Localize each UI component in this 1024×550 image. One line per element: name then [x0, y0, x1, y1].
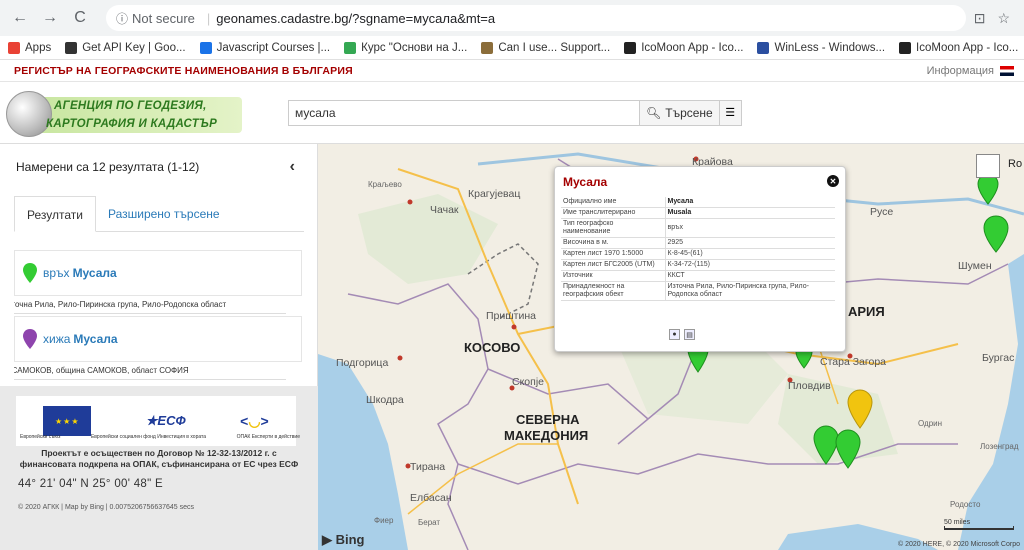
popup-actions: ● ▤	[669, 329, 695, 340]
globe-icon	[6, 90, 52, 137]
bookmarks-bar: Apps Get API Key | Goo... Javascript Cou…	[0, 36, 1024, 60]
map-scale: 50 miles	[944, 519, 1014, 530]
bookmark-5[interactable]: IcoMoon App - Ico...	[624, 41, 743, 54]
table-row: Тип географско наименование връх	[561, 218, 835, 238]
bookmark-apps[interactable]: Apps	[8, 41, 51, 54]
uk-flag-icon[interactable]	[1000, 65, 1014, 76]
popup-title: Мусала	[563, 175, 608, 189]
row-value: Musala	[665, 207, 835, 219]
search-box: 🔍︎Търсене ☰	[288, 99, 742, 126]
map-layers-button[interactable]	[976, 154, 1000, 178]
icomoon-icon	[624, 41, 637, 54]
caniuse-icon	[481, 41, 494, 54]
browser-toolbar: ← → C ⓘ Not secure | geonames.cadastre.b…	[0, 0, 1024, 36]
copyright: © 2020 АГКК | Map by Bing | 0.0075206756…	[18, 504, 195, 511]
apps-grid-icon	[8, 41, 20, 54]
tab-results[interactable]: Резултати	[14, 196, 96, 232]
list-item[interactable]: връх Мусала Източна Рила, Рило-Пиринска …	[14, 250, 302, 314]
site-topbar: РЕГИСТЪР НА ГЕОГРАФСКИТЕ НАИМЕНОВАНИЯ В …	[0, 60, 1024, 82]
table-row: Източник ККСТ	[561, 270, 835, 282]
map-label-ro: Ro	[1008, 158, 1023, 170]
row-value: 2925	[665, 237, 835, 249]
list-view-button[interactable]: ☰	[719, 99, 742, 126]
table-row: Принадлежност на географския обект Източн…	[561, 281, 835, 301]
row-key: Картен лист 1970 1:5000	[561, 248, 666, 260]
row-key: Източник	[561, 270, 666, 282]
esf-logo: ★ЕСФ	[145, 413, 186, 428]
translate-icon[interactable]: ⊡	[974, 10, 986, 27]
back-icon[interactable]: ←	[8, 6, 32, 30]
popup-details-table: Официално име Мусала Име транслитерирано Mu…	[561, 197, 835, 301]
collapse-sidebar-icon[interactable]: ‹	[290, 158, 295, 176]
reload-icon[interactable]: C	[68, 6, 92, 30]
courses-icon	[199, 41, 212, 54]
info-popup: Мусала ✕ Официално име Мусала Име транслит…	[554, 166, 846, 352]
table-row: Име транслитерирано Musala	[561, 207, 835, 219]
code-icon	[65, 41, 78, 54]
list-item[interactable]: хижа Мусала гр.САМОКОВ, община САМОКОВ, …	[14, 316, 302, 380]
row-key: Официално име	[561, 197, 666, 208]
info-link[interactable]: Информация	[927, 65, 1014, 77]
row-key: Принадлежност на географския обект	[561, 281, 666, 301]
green-pin-icon	[23, 263, 37, 283]
winless-icon	[757, 41, 770, 54]
table-row: Височина в м. 2925	[561, 237, 835, 249]
url-text[interactable]: geonames.cadastre.bg/?sgname=мусала&mt=a	[216, 11, 495, 26]
table-row: Картен лист БГС2005 (UTM) К-34-72-(115)	[561, 259, 835, 271]
bookmark-star-icon[interactable]: ☆	[997, 10, 1010, 27]
forward-icon[interactable]: →	[38, 6, 62, 30]
row-value: Мусала	[665, 197, 835, 208]
icomoon-icon	[899, 41, 912, 54]
bookmark-4[interactable]: Can I use... Support...	[481, 41, 610, 54]
row-value: връх	[665, 218, 835, 238]
main-area: Намерени са 12 резултата (1-12) ‹ Резулт…	[0, 144, 1024, 550]
row-value: К-34-72-(115)	[665, 259, 835, 271]
bookmark-7[interactable]: IcoMoon App - Ico...	[899, 41, 1018, 54]
softuni-icon	[344, 41, 357, 54]
info-icon[interactable]: ⓘ	[116, 10, 128, 27]
address-bar[interactable]: ⓘ Not secure | geonames.cadastre.bg/?sgn…	[106, 5, 966, 31]
registry-title: РЕГИСТЪР НА ГЕОГРАФСКИТЕ НАИМЕНОВАНИЯ В …	[14, 64, 353, 77]
result-name-link[interactable]: Мусала	[73, 332, 117, 346]
map-copyright: © 2020 HERE, © 2020 Microsoft Corpo	[898, 541, 1020, 548]
row-key: Име транслитерирано	[561, 207, 666, 219]
agency-logo[interactable]: АГЕНЦИЯ ПО ГЕОДЕЗИЯ, КАРТОГРАФИЯ И КАДАС…	[6, 87, 246, 139]
results-count: Намерени са 12 резултата (1-12)	[16, 160, 200, 174]
close-icon[interactable]: ✕	[827, 175, 839, 187]
tab-advanced-search[interactable]: Разширено търсене	[96, 196, 232, 231]
opak-logo: <◡>	[240, 412, 269, 429]
result-name-link[interactable]: Мусала	[73, 266, 117, 280]
row-key: Височина в м.	[561, 237, 666, 249]
search-button[interactable]: 🔍︎ Търсене	[640, 99, 720, 126]
bookmark-3[interactable]: Курс "Основи на J...	[344, 41, 467, 54]
list-icon: ☰	[725, 107, 736, 119]
search-input[interactable]	[288, 99, 640, 126]
bookmark-6[interactable]: WinLess - Windows...	[757, 41, 885, 54]
sidebar-tabs: Резултати Разширено търсене	[14, 196, 304, 232]
bookmark-2[interactable]: Javascript Courses |...	[199, 41, 330, 54]
purple-pin-icon	[23, 329, 37, 349]
search-icon: 🔍︎	[646, 105, 662, 120]
print-icon[interactable]: ▤	[684, 329, 695, 340]
map-view[interactable]: Краљево Крагујевац Чачак Крайова Русе Шу…	[318, 144, 1024, 550]
row-value: Източна Рила, Рило-Пиринска група, Рило-…	[665, 281, 835, 301]
cursor-coordinates: 44° 21' 04" N 25° 00' 48" E	[18, 478, 163, 490]
bing-logo[interactable]: ▶ Bing	[322, 532, 365, 548]
bookmark-1[interactable]: Get API Key | Goo...	[65, 41, 186, 54]
row-value: ККСТ	[665, 270, 835, 282]
results-list: връх Мусала Източна Рила, Рило-Пиринска …	[14, 250, 302, 386]
row-value: К-8-45-(61)	[665, 248, 835, 260]
site-header: АГЕНЦИЯ ПО ГЕОДЕЗИЯ, КАРТОГРАФИЯ И КАДАС…	[0, 82, 1024, 144]
results-sidebar: Намерени са 12 резултата (1-12) ‹ Резулт…	[0, 144, 318, 550]
project-text: Проектът е осъществен по Договор № 12-32…	[19, 448, 299, 469]
row-key: Тип географско наименование	[561, 218, 666, 238]
table-row: Официално име Мусала	[561, 197, 835, 208]
sidebar-footer: ★★★ ★ЕСФ <◡> Европейски съюз Европейски …	[0, 386, 318, 550]
eu-flag-icon: ★★★	[43, 406, 92, 436]
row-key: Картен лист БГС2005 (UTM)	[561, 259, 666, 271]
table-row: Картен лист 1970 1:5000 К-8-45-(61)	[561, 248, 835, 260]
zoom-to-icon[interactable]: ●	[669, 329, 680, 340]
not-secure-label: Not secure	[132, 10, 195, 26]
